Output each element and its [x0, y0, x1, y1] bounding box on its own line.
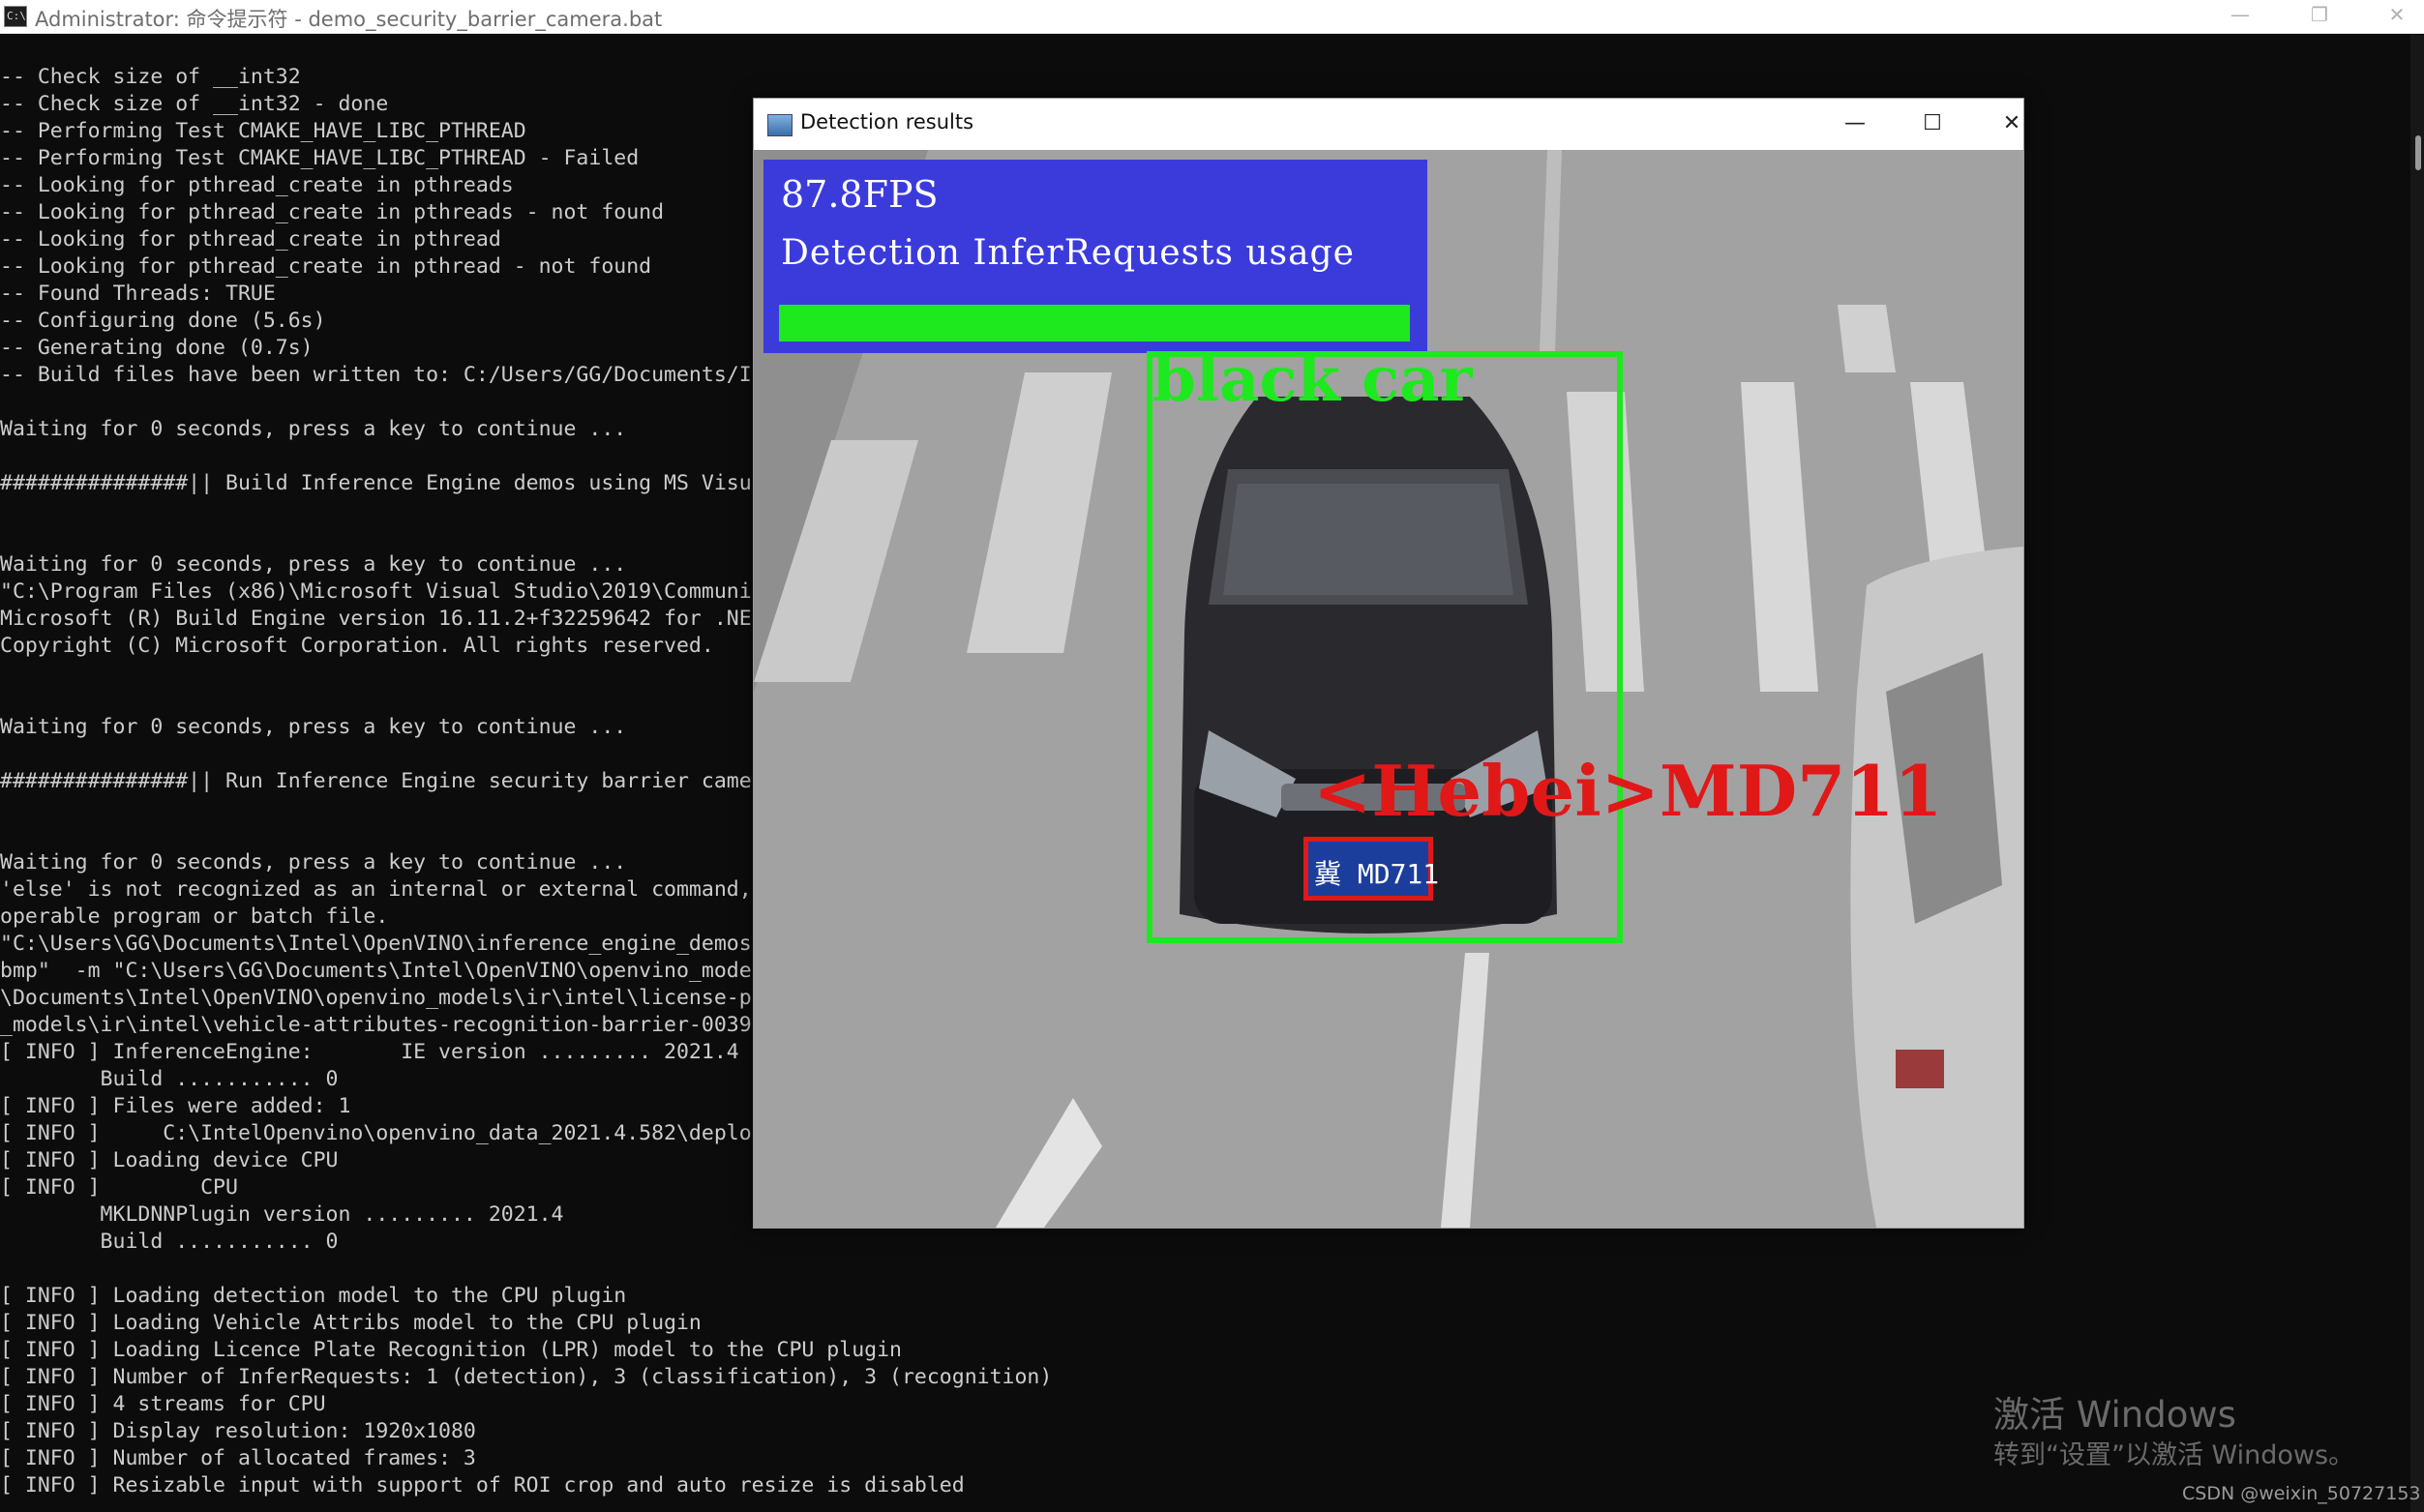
console-line: [ INFO ] Loading Vehicle Attribs model t…: [0, 1311, 702, 1335]
console-line: [ INFO ] 4 streams for CPU: [0, 1392, 326, 1416]
console-line: MKLDNNPlugin version ......... 2021.4: [0, 1202, 564, 1227]
console-line: operable program or batch file.: [0, 904, 389, 929]
console-line: [ INFO ] Number of allocated frames: 3: [0, 1446, 476, 1470]
console-line: [ INFO ] InferenceEngine: IE version ...…: [0, 1040, 739, 1064]
detection-results-window[interactable]: Detection results — ☐ ✕ 87.8FPS Detectio…: [753, 98, 2024, 1229]
plate-text: 冀 MD711: [1314, 858, 1440, 890]
scrollbar-thumb[interactable]: [2415, 135, 2421, 170]
console-line: -- Found Threads: TRUE: [0, 282, 276, 306]
console-line: Waiting for 0 seconds, press a key to co…: [0, 850, 627, 875]
infer-requests-usage-bar: [779, 305, 1410, 341]
console-line: [ INFO ] Number of InferRequests: 1 (det…: [0, 1365, 1053, 1389]
console-line: -- Looking for pthread_create in pthread: [0, 227, 501, 252]
minimize-icon[interactable]: —: [1826, 106, 1884, 141]
console-line: -- Check size of __int32: [0, 65, 301, 89]
detection-window-title: Detection results: [800, 110, 974, 133]
console-line: [ INFO ] Files were added: 1: [0, 1094, 351, 1118]
console-line: [ INFO ] Loading detection model to the …: [0, 1284, 627, 1308]
console-line: -- Configuring done (5.6s): [0, 309, 326, 333]
console-line: _models\ir\intel\vehicle-attributes-reco…: [0, 1013, 752, 1037]
console-line: [ INFO ] CPU: [0, 1175, 238, 1200]
console-line: Build ........... 0: [0, 1230, 339, 1254]
console-line: ###############|| Build Inference Engine…: [0, 471, 752, 495]
infer-requests-usage-label: Detection InferRequests usage: [781, 233, 1355, 273]
console-line: -- Looking for pthread_create in pthread…: [0, 200, 665, 224]
image-window-icon: [767, 114, 793, 136]
plate-bounding-box: 冀 MD711: [1303, 837, 1439, 901]
console-line: Waiting for 0 seconds, press a key to co…: [0, 417, 627, 441]
console-line: Build ........... 0: [0, 1067, 339, 1091]
console-window-title: Administrator: 命令提示符 - demo_security_bar…: [35, 8, 663, 31]
console-line: Waiting for 0 seconds, press a key to co…: [0, 715, 627, 739]
console-line: [ INFO ] Loading Licence Plate Recogniti…: [0, 1338, 902, 1362]
activation-watermark-title: 激活 Windows: [1993, 1394, 2236, 1436]
plate-recognition-label: <Hebei>MD711: [1313, 750, 1943, 832]
console-line: [ INFO ] Loading device CPU: [0, 1148, 339, 1172]
credit-watermark: CSDN @weixin_50727153: [2182, 1483, 2421, 1504]
console-line: -- Generating done (0.7s): [0, 336, 314, 360]
maximize-icon[interactable]: ☐: [1903, 106, 1961, 141]
console-line: [ INFO ] Display resolution: 1920x1080: [0, 1419, 476, 1443]
close-icon[interactable]: ✕: [2373, 0, 2421, 29]
console-line: Copyright (C) Microsoft Corporation. All…: [0, 634, 714, 658]
restore-icon[interactable]: ❐: [2295, 0, 2344, 29]
fps-hud-panel: 87.8FPS Detection InferRequests usage: [763, 160, 1427, 353]
console-scrollbar[interactable]: [2410, 35, 2424, 1512]
console-line: -- Looking for pthread_create in pthread…: [0, 173, 514, 197]
console-title-bar[interactable]: C:\ Administrator: 命令提示符 - demo_security…: [0, 0, 2424, 34]
console-line: -- Check size of __int32 - done: [0, 92, 389, 116]
console-line: -- Build files have been written to: C:/…: [0, 363, 752, 387]
vehicle-attribute-label: black car: [1152, 343, 1473, 416]
console-line: [ INFO ] Resizable input with support of…: [0, 1473, 965, 1497]
cmd-icon: C:\: [4, 6, 27, 27]
console-line: Waiting for 0 seconds, press a key to co…: [0, 552, 627, 577]
minimize-icon[interactable]: —: [2216, 0, 2264, 29]
console-line: -- Performing Test CMAKE_HAVE_LIBC_PTHRE…: [0, 119, 526, 143]
console-line: 'else' is not recognized as an internal …: [0, 877, 752, 902]
activation-watermark-hint: 转到“设置”以激活 Windows。: [1993, 1440, 2355, 1470]
console-line: [ INFO ] C:\IntelOpenvino\openvino_data_…: [0, 1121, 752, 1145]
detection-frame: 87.8FPS Detection InferRequests usage bl…: [754, 150, 2023, 1228]
console-line: ###############|| Run Inference Engine s…: [0, 769, 752, 793]
detection-window-title-bar[interactable]: Detection results — ☐ ✕: [754, 99, 2023, 150]
fps-readout: 87.8FPS: [781, 173, 939, 216]
console-line: -- Looking for pthread_create in pthread…: [0, 254, 652, 279]
close-icon[interactable]: ✕: [1983, 106, 2023, 141]
console-line: Microsoft (R) Build Engine version 16.11…: [0, 607, 752, 631]
console-line: -- Performing Test CMAKE_HAVE_LIBC_PTHRE…: [0, 146, 640, 170]
